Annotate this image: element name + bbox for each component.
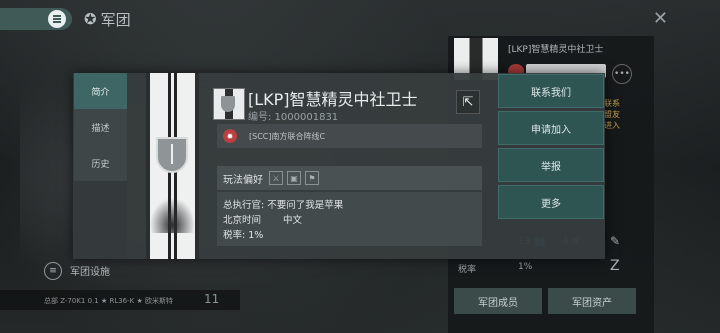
location-text: 总部 Z-70K1 0.1 ★ RL36-K ★ 欧米斯特 (44, 297, 173, 305)
menu-button[interactable] (0, 8, 72, 30)
flag-icon: ⚑ (305, 171, 319, 185)
side-panel-text: 联系盟友进入 (604, 99, 620, 130)
facility-icon[interactable]: ≡ (44, 262, 62, 280)
alliance-name: [SCC]南方联合阵线C (249, 131, 326, 141)
tab-history[interactable]: 历史 (74, 145, 127, 181)
emblem-shield-icon (221, 96, 235, 112)
legion-details: 总执行官: 不要问了我是苹果 北京时间 中文 税率: 1% (217, 192, 482, 246)
external-link-icon: ⇱ (462, 94, 474, 110)
report-button[interactable]: 举报 (498, 148, 604, 182)
tab-intro[interactable]: 简介 (74, 73, 127, 109)
time-label: 北京时间 (223, 215, 262, 226)
legion-name: [LKP]智慧精灵中社卫士 (248, 90, 418, 109)
edit-icon[interactable]: ✎ (610, 234, 620, 248)
language-value: 中文 (283, 215, 303, 226)
monitor-icon: ▣ (287, 171, 301, 185)
apply-join-button[interactable]: 申请加入 (498, 111, 604, 145)
alliance-row[interactable]: ✹ [SCC]南方联合阵线C (217, 124, 482, 148)
more-button[interactable]: 更多 (498, 185, 604, 219)
executive-text: 总执行官: 不要问了我是苹果 (223, 200, 344, 211)
swords-icon: ⚔ (269, 171, 283, 185)
page-title: 军团 (100, 10, 131, 29)
close-icon[interactable]: ✕ (653, 8, 668, 29)
page-header: ✪ 军团 (84, 8, 131, 30)
wing-emblem (146, 193, 199, 233)
sleep-icon[interactable]: Z (610, 258, 620, 274)
assets-button[interactable]: 军团资产 (548, 288, 636, 314)
playstyle-label: 玩法偏好 (223, 174, 263, 186)
contact-button[interactable]: 联系我们 (498, 74, 604, 108)
star-emblem-icon: ✪ (84, 10, 97, 28)
menu-icon (48, 10, 66, 28)
side-tax-value: 1% (518, 262, 533, 272)
shield-icon (156, 137, 188, 173)
side-panel-name: [LKP]智慧精灵中社卫士 (508, 45, 604, 55)
members-button[interactable]: 军团成员 (454, 288, 542, 314)
tax-text: 税率: 1% (223, 230, 264, 241)
location-count: 11 (204, 292, 220, 306)
tab-column-filler (74, 181, 127, 259)
more-options-icon[interactable]: ••• (612, 64, 632, 84)
facility-label[interactable]: 军团设施 (70, 263, 110, 278)
tab-description[interactable]: 描述 (74, 109, 127, 145)
side-tax-label: 税率 (458, 265, 477, 275)
legion-banner (146, 73, 199, 259)
legion-code: 编号: 1000001831 (248, 112, 339, 123)
alliance-icon: ✹ (223, 129, 237, 143)
external-link-button[interactable]: ⇱ (456, 90, 480, 114)
playstyle-row: 玩法偏好 ⚔ ▣ ⚑ (217, 166, 482, 190)
